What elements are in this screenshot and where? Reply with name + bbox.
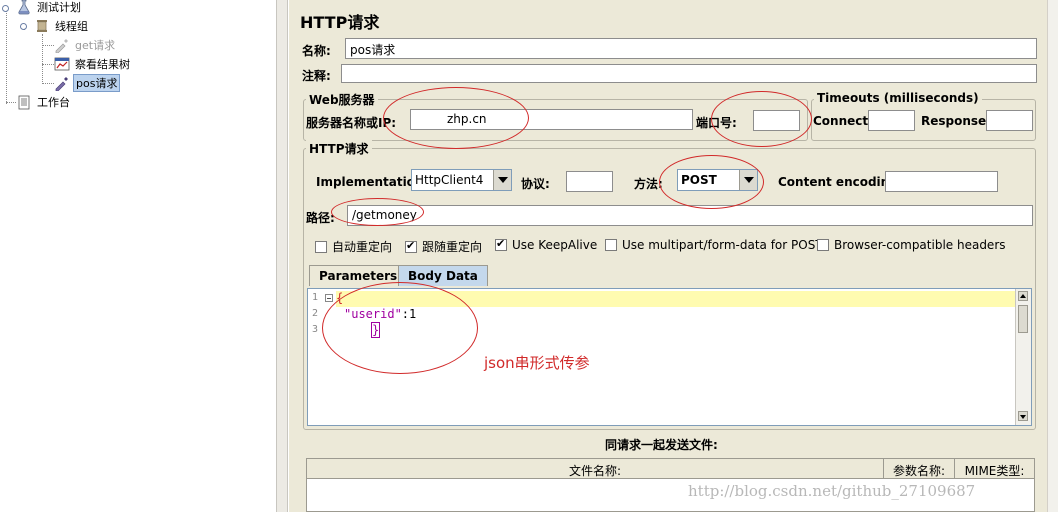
checkbox-box[interactable]	[817, 239, 829, 251]
files-section-title: 同请求一起发送文件:	[605, 438, 718, 452]
scroll-down-icon[interactable]	[1018, 411, 1028, 421]
protocol-label: 协议:	[521, 177, 550, 191]
watermark: http://blog.csdn.net/github_27109687	[688, 482, 976, 500]
tree-panel: 测试计划 线程组 get请求 察看结果树 pos请求 工作台	[0, 0, 276, 512]
pipette-icon	[54, 37, 70, 54]
spool-icon	[34, 18, 50, 34]
tree-item-label: pos请求	[73, 74, 121, 92]
clipboard-icon	[16, 94, 32, 110]
checkbox-box[interactable]	[315, 240, 327, 253]
tree-connector	[42, 34, 43, 84]
line-number: 3	[312, 324, 319, 335]
scroll-thumb[interactable]	[1018, 305, 1028, 333]
checkbox-label: 自动重定向	[332, 240, 393, 254]
name-input[interactable]: pos请求	[345, 38, 1037, 59]
pipette-icon	[54, 75, 70, 92]
web-server-group-title: Web服务器	[306, 91, 378, 108]
checkbox-label: Use KeepAlive	[512, 238, 598, 252]
tree-connector	[42, 83, 54, 84]
tree-item-workbench[interactable]: 工作台	[16, 93, 72, 111]
annotation-circle-port	[711, 91, 812, 147]
checkbox-multipart[interactable]: Use multipart/form-data for POST	[605, 238, 823, 252]
comment-label: 注释:	[302, 69, 331, 83]
name-label: 名称:	[302, 44, 331, 58]
tree-item-get-request[interactable]: get请求	[54, 36, 117, 54]
column-header-param-name[interactable]: 参数名称:	[884, 459, 955, 479]
checkbox-auto-redirect[interactable]: 自动重定向	[315, 238, 392, 255]
checkbox-box[interactable]	[605, 239, 617, 251]
line-number: 1	[312, 292, 319, 303]
splitter[interactable]	[276, 0, 288, 512]
checkbox-label: 跟随重定向	[422, 240, 483, 254]
tree-connector	[6, 8, 7, 104]
checkbox-label: Use multipart/form-data for POST	[622, 238, 823, 252]
scroll-up-icon[interactable]	[1018, 291, 1028, 301]
timeouts-group-title: Timeouts (milliseconds)	[814, 91, 982, 105]
comment-input[interactable]	[341, 64, 1037, 83]
path-input[interactable]: /getmoney	[347, 205, 1033, 226]
annotation-circle-method	[659, 155, 764, 209]
connect-input[interactable]	[868, 110, 915, 131]
checkbox-box[interactable]	[495, 237, 507, 251]
annotation-circle-body	[322, 282, 478, 374]
annotation-text: json串形式传参	[484, 354, 590, 372]
column-header-mime[interactable]: MIME类型:	[955, 459, 1034, 479]
encoding-label: Content encoding:	[778, 175, 903, 189]
checkbox-keepalive[interactable]: Use KeepAlive	[495, 237, 598, 252]
chart-window-icon	[54, 56, 70, 72]
checkbox-browser-compatible[interactable]: Browser-compatible headers	[817, 238, 1006, 252]
implementation-value: HttpClient4	[415, 173, 484, 187]
response-label: Response:	[921, 114, 991, 128]
tree-connector	[42, 64, 54, 65]
chevron-down-icon[interactable]	[493, 170, 511, 190]
http-request-group-title: HTTP请求	[306, 140, 372, 157]
tree-item-label: 工作台	[37, 96, 70, 109]
panel-scrollbar[interactable]	[1047, 0, 1058, 512]
tree-item-label: 测试计划	[37, 1, 81, 14]
tree-item-results-tree[interactable]: 察看结果树	[54, 55, 132, 73]
checkbox-follow-redirects[interactable]: 跟随重定向	[405, 238, 482, 255]
editor-scrollbar[interactable]	[1015, 289, 1031, 425]
tree-item-label: get请求	[75, 39, 116, 52]
implementation-select[interactable]: HttpClient4	[411, 169, 512, 191]
annotation-circle-path	[331, 198, 424, 226]
response-input[interactable]	[986, 110, 1033, 131]
tree-item-thread-group[interactable]: 线程组	[34, 17, 90, 35]
fold-minus-icon[interactable]	[325, 294, 333, 302]
tree-item-pos-request[interactable]: pos请求	[54, 74, 121, 92]
annotation-circle-server	[383, 87, 529, 149]
page-title: HTTP请求	[300, 13, 380, 32]
tree-expander[interactable]	[2, 5, 9, 12]
protocol-input[interactable]	[566, 171, 613, 192]
line-number: 2	[312, 308, 319, 319]
tree-item-label: 察看结果树	[75, 58, 130, 71]
tree-connector	[6, 102, 16, 103]
tree-connector	[42, 45, 54, 46]
tree-item-test-plan[interactable]: 测试计划	[16, 0, 83, 16]
tree-expander[interactable]	[20, 23, 27, 30]
checkbox-box[interactable]	[405, 239, 417, 253]
column-header-filename[interactable]: 文件名称:	[307, 459, 884, 479]
connect-label: Connect:	[813, 114, 873, 128]
flask-icon	[16, 0, 32, 15]
checkbox-label: Browser-compatible headers	[834, 238, 1006, 252]
encoding-input[interactable]	[885, 171, 998, 192]
tree-item-label: 线程组	[55, 20, 88, 33]
